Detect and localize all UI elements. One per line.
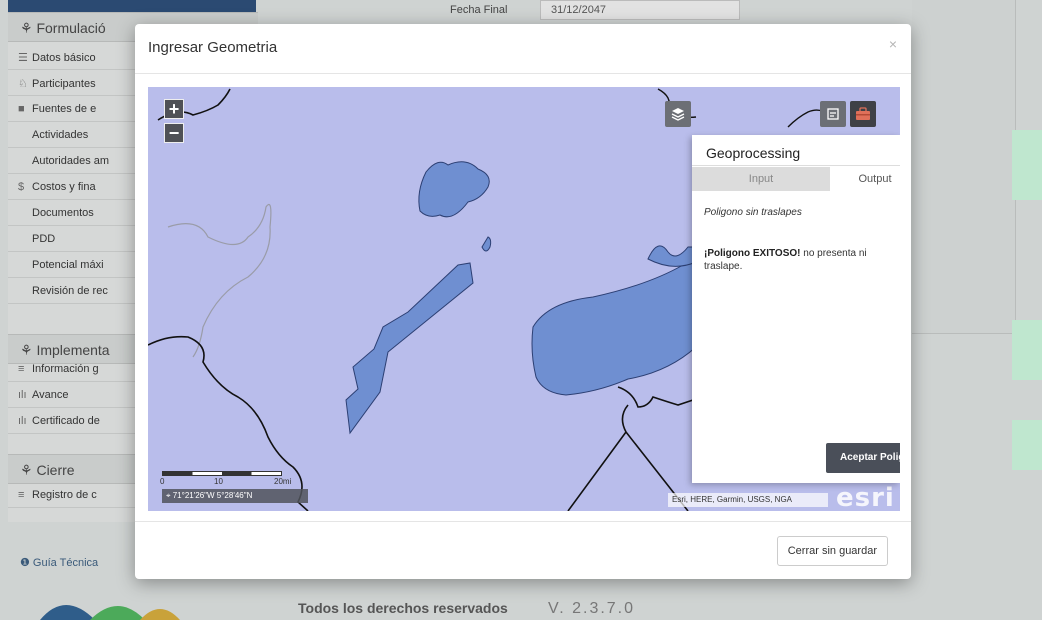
polygon-islet[interactable] [481, 236, 492, 252]
close-icon[interactable]: × [889, 36, 897, 52]
edit-icon [827, 108, 839, 120]
zoom-out-button[interactable]: − [164, 123, 184, 143]
sidebar-item-label: Información g [32, 363, 99, 375]
layers-icon [671, 108, 685, 121]
scale-label-10: 10 [214, 477, 223, 486]
sidebar-item-icon: ılı [18, 389, 27, 401]
sidebar-item-label: Potencial máxi [32, 259, 104, 271]
decor-stripe [1012, 420, 1042, 470]
map-attribution: Esri, HERE, Garmin, USGS, NGA [668, 493, 828, 507]
sidebar-item-label: Costos y fina [32, 181, 96, 193]
result-message: ¡Poligono EXITOSO! no presenta ni trasla… [704, 247, 900, 273]
sidebar-item-icon: ≡ [18, 489, 25, 501]
geoprocessing-tool-button[interactable] [850, 101, 876, 127]
logo-shape-blue [40, 605, 95, 620]
sidebar-item-icon: ♘ [18, 78, 28, 90]
fecha-final-input[interactable]: 31/12/2047 [540, 0, 740, 20]
sidebar-item-icon: $ [18, 181, 25, 193]
sidebar-item-label: Actividades [32, 129, 89, 141]
polygon-north-lobe[interactable] [647, 245, 697, 267]
task-name: Poligono sin traslapes [704, 207, 802, 218]
sidebar-item-label: Datos básico [32, 52, 96, 64]
section-icon: ⚘ [20, 20, 37, 36]
accept-polygon-button[interactable]: Aceptar Poligono [826, 443, 900, 473]
sidebar-item-label: Participantes [32, 78, 96, 90]
scale-label-20: 20mi [274, 477, 292, 486]
sidebar-item-label: PDD [32, 233, 56, 245]
scale-bar: 0 10 20mi [160, 471, 291, 486]
section-label: Formulació [36, 20, 106, 36]
zoom-in-button[interactable]: + [164, 99, 184, 119]
map-view[interactable]: + − 0 10 20mi ⌖ 71°21'26"W 5°28'46"N Esr… [148, 87, 900, 511]
section-icon: ⚘ [20, 462, 37, 478]
toolbox-icon [856, 107, 870, 120]
right-panel [912, 0, 1016, 334]
footer-version: V. 2.3.7.0 [548, 600, 636, 617]
scale-bar-graphic [162, 471, 282, 476]
geoprocessing-panel: Geoprocessing Input Output Poligono sin … [692, 135, 900, 483]
top-banner [8, 0, 256, 12]
footer-logo [40, 605, 180, 620]
sidebar-item-icon: ≡ [18, 363, 25, 375]
sidebar-item-label: Fuentes de e [32, 103, 97, 115]
sidebar-item-label: Autoridades am [32, 155, 110, 167]
crosshair-icon: ⌖ [166, 491, 173, 500]
decor-stripe [1012, 320, 1042, 380]
esri-logo: esri [836, 483, 895, 511]
sidebar-item-icon: ılı [18, 415, 27, 427]
geoprocessing-title: Geoprocessing [706, 145, 801, 161]
sidebar-item-label: Documentos [32, 207, 94, 219]
polygon-strip[interactable] [345, 262, 474, 435]
edit-tool-button[interactable] [820, 101, 846, 127]
polygon-main[interactable] [531, 256, 697, 396]
sidebar-item-label: Avance [32, 389, 69, 401]
boundary-southeast [617, 386, 697, 408]
footer-copyright: Todos los derechos reservados [298, 600, 508, 616]
sidebar-item-label: Revisión de rec [32, 285, 108, 297]
geometry-modal: Ingresar Geometria × + − 0 10 20mi ⌖ 71°… [135, 24, 911, 579]
admin-boundary [167, 203, 272, 358]
guide-link[interactable]: ❶ Guía Técnica [20, 556, 98, 569]
fecha-final-label: Fecha Final [450, 4, 508, 16]
sidebar-item-icon: ■ [18, 103, 25, 115]
logo-shape-gold [140, 609, 180, 620]
close-without-saving-button[interactable]: Cerrar sin guardar [776, 536, 888, 566]
modal-footer: Cerrar sin guardar [135, 521, 911, 579]
sidebar-item-icon: ☰ [18, 52, 28, 64]
section-label: Cierre [36, 462, 75, 478]
tab-output[interactable]: Output [830, 167, 900, 191]
sidebar-item-label: Certificado de [32, 415, 100, 427]
polygon-island[interactable] [418, 161, 490, 218]
logo-shape-green [90, 606, 145, 620]
result-status: ¡Poligono EXITOSO! [704, 248, 801, 259]
divider [692, 165, 900, 166]
basemap-layers-button[interactable] [665, 101, 691, 127]
decor-stripe [1012, 130, 1042, 200]
info-icon: ❶ [20, 557, 33, 569]
coordinate-readout: ⌖ 71°21'26"W 5°28'46"N [162, 489, 308, 503]
scale-label-0: 0 [160, 477, 165, 486]
sidebar-item-label: Registro de c [32, 489, 97, 501]
tab-input[interactable]: Input [692, 167, 830, 191]
modal-header: Ingresar Geometria × [135, 24, 911, 74]
modal-title: Ingresar Geometria [148, 39, 278, 56]
